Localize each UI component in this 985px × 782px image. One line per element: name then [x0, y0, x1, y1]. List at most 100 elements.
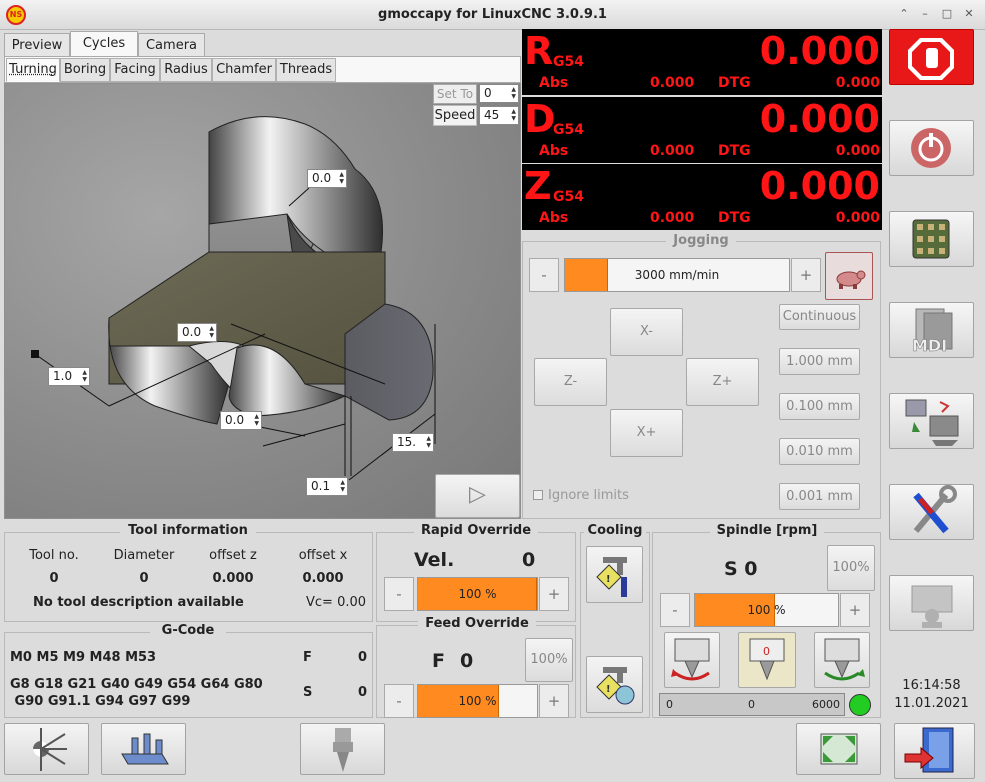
- dro-d[interactable]: D G54 0.000 Abs 0.000 DTG 0.000: [522, 97, 882, 163]
- spindle-reverse-button[interactable]: [814, 632, 870, 688]
- spindle-minus-button[interactable]: -: [660, 593, 690, 627]
- estop-button[interactable]: [889, 29, 974, 85]
- feed-override-title: Feed Override: [418, 616, 536, 631]
- set-tool-button[interactable]: Set To: [433, 84, 477, 104]
- spin-arrows-icon[interactable]: ▲ ▼: [426, 435, 431, 449]
- subtab-turning[interactable]: Turning: [6, 58, 60, 82]
- tab-cycles[interactable]: Cycles: [70, 31, 138, 57]
- turtle-mode-button[interactable]: [825, 252, 873, 300]
- close-icon[interactable]: ✕: [962, 7, 976, 21]
- jog-x-minus-button[interactable]: X-: [610, 308, 683, 356]
- jog-z-minus-button[interactable]: Z-: [534, 358, 607, 406]
- dro-dtg-label: DTG: [718, 210, 751, 226]
- maximize-icon[interactable]: □: [940, 7, 954, 21]
- speed-spin[interactable]: 45 ▲ ▼: [479, 106, 519, 125]
- gcode-speed-value: 0: [358, 685, 368, 700]
- spindle-reset-button[interactable]: 100%: [827, 545, 875, 591]
- feed-reset-button[interactable]: 100%: [525, 638, 573, 682]
- spindle-stop-button[interactable]: 0: [738, 632, 796, 688]
- run-cycle-button[interactable]: ▷: [435, 474, 520, 518]
- spin-arrows-icon[interactable]: ▲ ▼: [340, 479, 345, 493]
- mist-coolant-button[interactable]: !: [586, 656, 643, 713]
- window-up-icon[interactable]: ⌃: [897, 7, 911, 21]
- dro-coord-system: G54: [553, 122, 584, 138]
- param-length-spin[interactable]: 15. ▲ ▼: [392, 433, 434, 452]
- fullscreen-button[interactable]: [796, 723, 881, 775]
- param-top-spin[interactable]: 0.0 ▲ ▼: [177, 323, 217, 342]
- rapid-override-slider[interactable]: 100 %: [417, 577, 538, 611]
- dro-abs-label: Abs: [539, 210, 569, 226]
- user-tabs-icon: [911, 585, 953, 628]
- spindle-speed-bar: 0 0 6000: [659, 693, 845, 716]
- tab-camera[interactable]: Camera: [138, 33, 205, 57]
- machine-power-button[interactable]: [889, 120, 974, 176]
- estop-hand-icon: [908, 38, 954, 80]
- param-value: 15.: [397, 435, 417, 449]
- diameter-header: Diameter: [113, 548, 175, 563]
- subtab-facing[interactable]: Facing: [110, 58, 160, 82]
- speed-value: 45: [484, 108, 500, 122]
- spindle-override-slider[interactable]: 100 %: [694, 593, 839, 627]
- auto-mode-button[interactable]: [889, 393, 974, 449]
- subtab-threads[interactable]: Threads: [276, 58, 336, 82]
- spin-arrows-icon[interactable]: ▲ ▼: [511, 108, 516, 122]
- gcode-mcodes: M0 M5 M9 M48 M53: [10, 650, 157, 665]
- svg-text:!: !: [606, 574, 611, 585]
- set-tool-spin[interactable]: 0 ▲ ▼: [479, 84, 519, 103]
- ignore-limits-checkbox[interactable]: [533, 490, 543, 500]
- spin-arrows-icon[interactable]: ▲ ▼: [82, 369, 87, 383]
- dro-z[interactable]: Z G54 0.000 Abs 0.000 DTG 0.000: [522, 164, 882, 230]
- increment-01-button[interactable]: 0.100 mm: [779, 393, 860, 420]
- dro-axis-letter: Z: [524, 164, 552, 208]
- spindle-plus-button[interactable]: +: [840, 593, 870, 627]
- increment-1-button[interactable]: 1.000 mm: [779, 348, 860, 375]
- feed-minus-button[interactable]: -: [384, 684, 414, 718]
- tool-change-button[interactable]: [300, 723, 385, 775]
- exit-button[interactable]: [894, 723, 975, 779]
- dro-dtg-value: 0.000: [835, 75, 880, 91]
- mdi-mode-button[interactable]: MDI: [889, 302, 974, 358]
- subtab-radius[interactable]: Radius: [160, 58, 212, 82]
- title-bar: NS gmoccapy for LinuxCNC 3.0.9.1 ⌃ – □ ✕: [0, 0, 985, 30]
- settings-button[interactable]: [889, 484, 974, 540]
- tab-preview[interactable]: Preview: [4, 33, 70, 57]
- jog-velocity-minus-button[interactable]: -: [529, 258, 559, 292]
- subtab-boring[interactable]: Boring: [60, 58, 110, 82]
- jog-z-plus-button[interactable]: Z+: [686, 358, 759, 406]
- param-depth-spin[interactable]: 0.0 ▲ ▼: [220, 411, 262, 430]
- param-step-spin[interactable]: 0.1 ▲ ▼: [306, 477, 348, 496]
- jog-velocity-slider[interactable]: 3000 mm/min: [564, 258, 790, 292]
- feed-plus-button[interactable]: +: [539, 684, 569, 718]
- spin-arrows-icon[interactable]: ▲ ▼: [339, 171, 344, 185]
- increment-001-button[interactable]: 0.010 mm: [779, 438, 860, 465]
- minimize-icon[interactable]: –: [918, 7, 932, 21]
- feed-override-slider[interactable]: 100 %: [417, 684, 538, 718]
- increment-0001-button[interactable]: 0.001 mm: [779, 483, 860, 510]
- exit-door-icon: [904, 727, 954, 773]
- spin-arrows-icon[interactable]: ▲ ▼: [511, 86, 516, 100]
- turning-workpiece-drawing: [31, 116, 436, 481]
- flood-icon: !: [596, 557, 627, 597]
- jog-velocity-plus-button[interactable]: +: [791, 258, 821, 292]
- subtab-chamfer[interactable]: Chamfer: [212, 58, 276, 82]
- rapid-override-text: 100 %: [458, 587, 497, 601]
- rapid-vel-label: Vel.: [414, 549, 455, 571]
- spin-arrows-icon[interactable]: ▲ ▼: [209, 325, 214, 339]
- rapid-plus-button[interactable]: +: [539, 577, 569, 611]
- jog-x-plus-button[interactable]: X+: [610, 409, 683, 457]
- home-all-button[interactable]: [889, 211, 974, 267]
- rapid-minus-button[interactable]: -: [384, 577, 414, 611]
- increment-continuous-button[interactable]: Continuous: [779, 304, 860, 330]
- spin-arrows-icon[interactable]: ▲ ▼: [254, 413, 259, 427]
- clock-time: 16:14:58: [902, 678, 961, 693]
- param-radius-spin[interactable]: 0.0 ▲ ▼: [307, 169, 347, 188]
- spindle-forward-button[interactable]: [664, 632, 720, 688]
- dro-r[interactable]: R G54 0.000 Abs 0.000 DTG 0.000: [522, 29, 882, 95]
- flood-coolant-button[interactable]: !: [586, 546, 643, 603]
- touch-off-button[interactable]: [101, 723, 186, 775]
- origin-offsets-button[interactable]: [4, 723, 89, 775]
- ignore-limits-label: Ignore limits: [548, 488, 629, 503]
- param-diameter-spin[interactable]: 1.0 ▲ ▼: [48, 367, 90, 386]
- spindle-at-speed-led: [849, 694, 871, 716]
- user-tabs-button[interactable]: [889, 575, 974, 631]
